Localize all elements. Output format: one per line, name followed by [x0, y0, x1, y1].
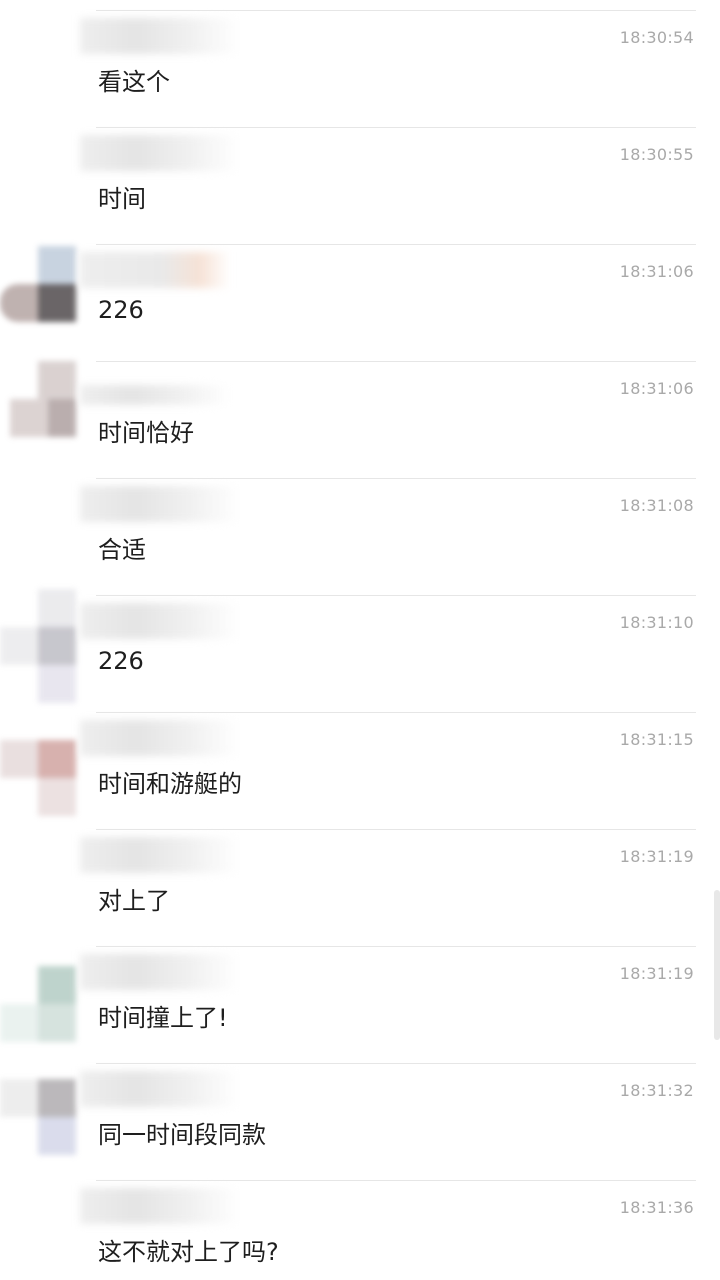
- chat-message[interactable]: 18:31:08 合适: [0, 468, 720, 584]
- message-timestamp: 18:30:55: [619, 145, 694, 164]
- message-divider: [96, 478, 696, 479]
- message-text: 看这个: [98, 68, 170, 96]
- message-timestamp: 18:31:08: [619, 496, 694, 515]
- message-divider: [96, 829, 696, 830]
- sender-name-blurred: [80, 18, 240, 54]
- sender-name-blurred: [80, 252, 230, 288]
- sender-name-blurred: [80, 486, 240, 522]
- sender-name-blurred: [80, 603, 240, 639]
- avatar-blurred[interactable]: [0, 819, 80, 919]
- avatar-blurred[interactable]: [0, 0, 80, 100]
- chat-message[interactable]: 18:31:06 226: [0, 234, 720, 350]
- sender-name-blurred: [80, 135, 240, 171]
- sender-name-blurred: [80, 954, 240, 990]
- message-text: 226: [98, 296, 144, 324]
- message-text: 这不就对上了吗?: [98, 1238, 279, 1266]
- message-text: 对上了: [98, 887, 170, 915]
- avatar-blurred[interactable]: [0, 585, 80, 703]
- chat-message[interactable]: 18:31:36 这不就对上了吗?: [0, 1170, 720, 1280]
- avatar-blurred[interactable]: [0, 234, 80, 334]
- avatar-blurred[interactable]: [0, 351, 80, 451]
- chat-message[interactable]: 18:31:32 同一时间段同款: [0, 1053, 720, 1169]
- chat-message[interactable]: 18:30:55 时间: [0, 117, 720, 233]
- avatar-blurred[interactable]: [0, 468, 80, 568]
- avatar-blurred[interactable]: [0, 1053, 80, 1155]
- message-timestamp: 18:31:19: [619, 964, 694, 983]
- avatar-blurred[interactable]: [0, 936, 80, 1042]
- message-divider: [96, 595, 696, 596]
- message-text: 时间和游艇的: [98, 770, 242, 798]
- sender-name-blurred: [80, 720, 240, 756]
- chat-history-list[interactable]: 18:30:54 看这个 18:30:55 时间 18:31:06 226 18…: [0, 0, 720, 1280]
- message-divider: [96, 712, 696, 713]
- avatar-blurred[interactable]: [0, 117, 80, 217]
- message-divider: [96, 1063, 696, 1064]
- message-divider: [96, 244, 696, 245]
- chat-message[interactable]: 18:31:06 时间恰好: [0, 351, 720, 467]
- message-divider: [96, 10, 696, 11]
- message-timestamp: 18:31:32: [619, 1081, 694, 1100]
- message-timestamp: 18:31:06: [619, 379, 694, 398]
- avatar-blurred[interactable]: [0, 1170, 80, 1270]
- message-timestamp: 18:31:10: [619, 613, 694, 632]
- message-text: 时间: [98, 185, 146, 213]
- sender-name-blurred: [80, 1188, 240, 1224]
- message-timestamp: 18:31:36: [619, 1198, 694, 1217]
- message-text: 合适: [98, 536, 146, 564]
- chat-message[interactable]: 18:31:19 对上了: [0, 819, 720, 935]
- message-text: 时间恰好: [98, 419, 194, 447]
- sender-name-blurred: [80, 1071, 240, 1107]
- message-text: 时间撞上了!: [98, 1004, 228, 1032]
- message-divider: [96, 127, 696, 128]
- scrollbar[interactable]: [714, 890, 720, 1040]
- message-timestamp: 18:31:06: [619, 262, 694, 281]
- message-timestamp: 18:31:15: [619, 730, 694, 749]
- message-timestamp: 18:30:54: [619, 28, 694, 47]
- message-text: 同一时间段同款: [98, 1121, 266, 1149]
- sender-name-blurred: [80, 837, 240, 873]
- message-divider: [96, 361, 696, 362]
- chat-message[interactable]: 18:30:54 看这个: [0, 0, 720, 116]
- message-text: 226: [98, 647, 144, 675]
- message-timestamp: 18:31:19: [619, 847, 694, 866]
- avatar-blurred[interactable]: [0, 702, 80, 816]
- message-divider: [96, 946, 696, 947]
- chat-message[interactable]: 18:31:19 时间撞上了!: [0, 936, 720, 1052]
- sender-name-blurred: [80, 385, 230, 405]
- message-divider: [96, 1180, 696, 1181]
- chat-message[interactable]: 18:31:10 226: [0, 585, 720, 703]
- chat-message[interactable]: 18:31:15 时间和游艇的: [0, 702, 720, 818]
